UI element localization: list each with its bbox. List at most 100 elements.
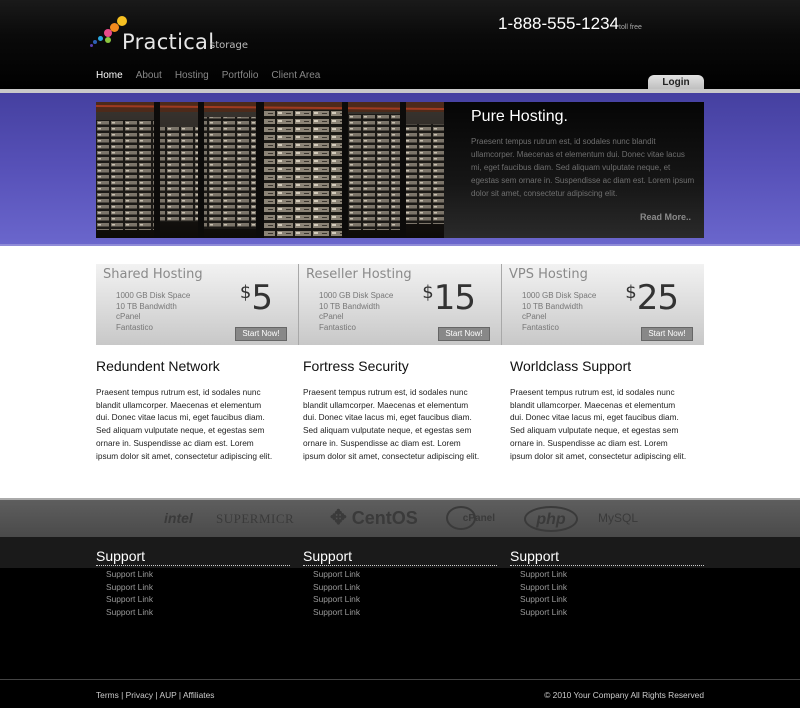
plan-price: $15 <box>422 278 476 318</box>
pricing-plans: Shared Hosting 1000 GB Disk Space 10 TB … <box>96 264 704 345</box>
logo-subtitle: storage <box>210 40 248 51</box>
footer-column-title: Support <box>303 548 497 566</box>
affiliates-link[interactable]: Affiliates <box>183 690 215 700</box>
main-nav: Home About Hosting Portfolio Client Area <box>96 70 320 81</box>
centos-wordmark: CentOS <box>351 508 418 528</box>
plan-feature: Fantastico <box>319 322 356 332</box>
intel-logo: intel <box>164 510 193 526</box>
footer-link[interactable]: Support Link <box>106 606 290 619</box>
plan-price: $5 <box>239 278 273 318</box>
price-amount: 15 <box>433 278 476 318</box>
privacy-link[interactable]: Privacy <box>126 690 153 700</box>
plan-reseller-hosting: Reseller Hosting 1000 GB Disk Space 10 T… <box>299 264 502 345</box>
plan-price: $25 <box>625 278 679 318</box>
feature-fortress-security: Fortress Security Praesent tempus rutrum… <box>303 358 481 462</box>
plan-name: VPS Hosting <box>509 267 588 282</box>
feature-title: Fortress Security <box>303 358 409 374</box>
plan-feature: 1000 GB Disk Space <box>319 291 394 300</box>
footer-column-title: Support <box>510 548 704 566</box>
footer-link[interactable]: Support Link <box>106 568 290 581</box>
plan-feature: 10 TB Bandwidth <box>319 301 380 311</box>
site-header: Practical storage 1-888-555-1234 toll fr… <box>0 0 800 90</box>
hero-text-panel: Pure Hosting. Praesent tempus rutrum est… <box>444 102 704 238</box>
plan-feature: cPanel <box>319 312 344 321</box>
currency-symbol: $ <box>625 282 637 303</box>
feature-worldclass-support: Worldclass Support Praesent tempus rutru… <box>510 358 688 462</box>
hero-title: Pure Hosting. <box>471 108 568 125</box>
footer-link-list: Support Link Support Link Support Link S… <box>520 568 704 618</box>
price-amount: 5 <box>251 278 273 318</box>
plan-feature: cPanel <box>522 312 547 321</box>
plan-vps-hosting: VPS Hosting 1000 GB Disk Space 10 TB Ban… <box>502 264 704 345</box>
footer-link[interactable]: Support Link <box>313 568 497 581</box>
currency-symbol: $ <box>422 282 434 303</box>
plan-feature: 1000 GB Disk Space <box>522 291 597 300</box>
footer-link-list: Support Link Support Link Support Link S… <box>313 568 497 618</box>
terms-link[interactable]: Terms <box>96 690 119 700</box>
aup-link[interactable]: AUP <box>160 690 177 700</box>
phone-number: 1-888-555-1234 <box>498 14 619 33</box>
nav-portfolio[interactable]: Portfolio <box>222 70 259 81</box>
feature-title: Redundent Network <box>96 358 220 374</box>
supermicro-logo: SUPERMICR <box>216 511 295 526</box>
cpanel-logo: cPanel <box>446 500 495 537</box>
footer-link[interactable]: Support Link <box>106 581 290 594</box>
mysql-logo: MySQL <box>598 511 639 525</box>
plan-shared-hosting: Shared Hosting 1000 GB Disk Space 10 TB … <box>96 264 299 345</box>
server-racks-image <box>96 102 444 238</box>
nav-about[interactable]: About <box>136 70 162 81</box>
plan-feature: Fantastico <box>522 322 559 332</box>
centos-icon: ✥ <box>330 507 347 529</box>
footer-link[interactable]: Support Link <box>520 593 704 606</box>
plan-features: 1000 GB Disk Space 10 TB Bandwidth cPane… <box>116 291 190 333</box>
read-more-link[interactable]: Read More.. <box>640 212 691 222</box>
start-now-button[interactable]: Start Now! <box>235 327 287 341</box>
footer-column-support: Support Support Link Support Link Suppor… <box>510 548 704 618</box>
nav-home[interactable]: Home <box>96 70 123 81</box>
feature-text: Praesent tempus rutrum est, id sodales n… <box>303 387 480 461</box>
feature-title: Worldclass Support <box>510 358 632 374</box>
footer-column-title: Support <box>96 548 290 566</box>
nav-client-area[interactable]: Client Area <box>271 70 320 81</box>
plan-features: 1000 GB Disk Space 10 TB Bandwidth cPane… <box>319 291 393 333</box>
currency-symbol: $ <box>239 282 252 303</box>
footer-link[interactable]: Support Link <box>313 593 497 606</box>
login-button[interactable]: Login <box>648 75 704 90</box>
plan-feature: 10 TB Bandwidth <box>116 301 177 311</box>
link-separator: | <box>178 690 182 700</box>
footer-link[interactable]: Support Link <box>106 593 290 606</box>
php-logo: php <box>524 500 578 537</box>
start-now-button[interactable]: Start Now! <box>438 327 490 341</box>
feature-text: Praesent tempus rutrum est, id sodales n… <box>96 387 273 461</box>
plan-name: Shared Hosting <box>103 267 203 282</box>
feature-text: Praesent tempus rutrum est, id sodales n… <box>510 387 687 461</box>
plan-feature: 1000 GB Disk Space <box>116 291 191 300</box>
footer-bottom-links: Terms | Privacy | AUP | Affiliates <box>96 690 214 700</box>
footer-divider <box>0 679 800 680</box>
footer-link[interactable]: Support Link <box>520 568 704 581</box>
nav-hosting[interactable]: Hosting <box>175 70 209 81</box>
footer-link[interactable]: Support Link <box>520 581 704 594</box>
footer-link[interactable]: Support Link <box>313 606 497 619</box>
feature-redundant-network: Redundent Network Praesent tempus rutrum… <box>96 358 274 462</box>
plan-feature: cPanel <box>116 312 141 321</box>
technology-logos: intel SUPERMICR ✥ CentOS cPanel php MySQ… <box>0 500 800 537</box>
plan-features: 1000 GB Disk Space 10 TB Bandwidth cPane… <box>522 291 596 333</box>
site-logo[interactable]: Practical storage <box>90 16 270 56</box>
logo-wordmark: Practical <box>122 30 215 54</box>
link-separator: | <box>155 690 158 700</box>
footer-link[interactable]: Support Link <box>313 581 497 594</box>
start-now-button[interactable]: Start Now! <box>641 327 693 341</box>
footer-link[interactable]: Support Link <box>520 606 704 619</box>
hero-description: Praesent tempus rutrum est, id sodales n… <box>471 137 695 198</box>
plan-feature: Fantastico <box>116 322 153 332</box>
centos-logo: ✥ CentOS <box>330 500 418 537</box>
footer-column-support: Support Support Link Support Link Suppor… <box>96 548 290 618</box>
cpanel-wordmark: cPanel <box>462 513 496 524</box>
footer-column-support: Support Support Link Support Link Suppor… <box>303 548 497 618</box>
link-separator: | <box>121 690 124 700</box>
footer-link-list: Support Link Support Link Support Link S… <box>106 568 290 618</box>
price-amount: 25 <box>636 278 679 318</box>
php-badge: php <box>524 505 578 532</box>
plan-feature: 10 TB Bandwidth <box>522 301 583 311</box>
